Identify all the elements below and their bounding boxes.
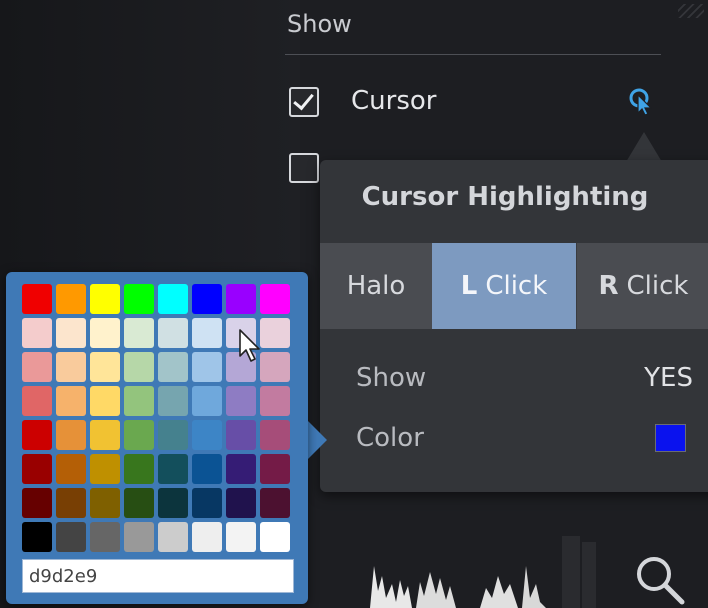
- color-swatch-cell[interactable]: [226, 420, 256, 450]
- popup-title: Cursor Highlighting: [361, 182, 649, 212]
- picker-arrow: [307, 420, 327, 460]
- color-swatch-cell[interactable]: [158, 420, 188, 450]
- color-swatch-cell[interactable]: [124, 284, 154, 314]
- color-swatch-cell[interactable]: [260, 522, 290, 552]
- color-swatch-cell[interactable]: [22, 386, 52, 416]
- color-swatch-cell[interactable]: [22, 488, 52, 518]
- color-swatch-cell[interactable]: [260, 420, 290, 450]
- color-swatch-cell[interactable]: [158, 454, 188, 484]
- audio-waveform: [370, 536, 596, 608]
- color-swatch-cell[interactable]: [56, 522, 86, 552]
- cursor-checkbox[interactable]: [289, 87, 319, 117]
- popup-arrow: [626, 132, 662, 162]
- color-swatch-cell[interactable]: [56, 420, 86, 450]
- tab-right-click[interactable]: R Click: [576, 243, 708, 329]
- color-swatch-cell[interactable]: [226, 386, 256, 416]
- color-swatch-cell[interactable]: [56, 284, 86, 314]
- color-swatch-cell[interactable]: [192, 318, 222, 348]
- color-swatch-cell[interactable]: [56, 488, 86, 518]
- tab-halo[interactable]: Halo: [320, 243, 432, 329]
- color-swatch-cell[interactable]: [192, 522, 222, 552]
- color-swatch-cell[interactable]: [22, 420, 52, 450]
- color-swatch-cell[interactable]: [124, 488, 154, 518]
- color-swatch-cell[interactable]: [90, 284, 120, 314]
- color-swatch-cell[interactable]: [260, 454, 290, 484]
- color-swatch-cell[interactable]: [260, 488, 290, 518]
- color-swatch-cell[interactable]: [56, 454, 86, 484]
- show-property-value[interactable]: YES: [644, 363, 693, 393]
- show-section-title: Show: [287, 10, 352, 38]
- color-grid: [22, 284, 290, 552]
- color-swatch-cell[interactable]: [22, 522, 52, 552]
- second-checkbox[interactable]: [289, 153, 319, 183]
- tab-left-click[interactable]: L Click: [432, 243, 576, 329]
- highlight-tabs: Halo L Click R Click: [320, 243, 708, 329]
- color-swatch-cell[interactable]: [22, 352, 52, 382]
- screen: Show Cursor Cursor Highlighting Halo L C…: [0, 0, 708, 608]
- magnifier-icon[interactable]: [632, 552, 688, 608]
- color-swatch-cell[interactable]: [260, 318, 290, 348]
- color-swatch-cell[interactable]: [22, 284, 52, 314]
- tab-left-click-prefix: L: [460, 271, 478, 301]
- color-swatch-cell[interactable]: [90, 454, 120, 484]
- color-swatch-cell[interactable]: [124, 352, 154, 382]
- color-swatch-cell[interactable]: [192, 454, 222, 484]
- color-swatch-cell[interactable]: [22, 454, 52, 484]
- color-swatch-cell[interactable]: [158, 284, 188, 314]
- color-property-label: Color: [356, 423, 424, 453]
- color-swatch-cell[interactable]: [90, 318, 120, 348]
- color-swatch-cell[interactable]: [158, 522, 188, 552]
- color-swatch-cell[interactable]: [158, 488, 188, 518]
- hex-color-input[interactable]: [22, 559, 294, 593]
- color-swatch-cell[interactable]: [90, 522, 120, 552]
- color-swatch-cell[interactable]: [56, 352, 86, 382]
- color-swatch-cell[interactable]: [22, 318, 52, 348]
- color-swatch-cell[interactable]: [192, 284, 222, 314]
- show-section-divider: [285, 54, 661, 55]
- tab-halo-label: Halo: [346, 271, 406, 301]
- color-picker: [6, 272, 308, 604]
- color-swatch-cell[interactable]: [56, 318, 86, 348]
- color-swatch-cell[interactable]: [158, 352, 188, 382]
- color-swatch-cell[interactable]: [192, 488, 222, 518]
- color-swatch-cell[interactable]: [192, 420, 222, 450]
- color-swatch-cell[interactable]: [124, 522, 154, 552]
- color-swatch-cell[interactable]: [260, 284, 290, 314]
- color-swatch-cell[interactable]: [90, 420, 120, 450]
- color-swatch-cell[interactable]: [56, 386, 86, 416]
- color-swatch-cell[interactable]: [124, 318, 154, 348]
- tab-right-click-label: Click: [626, 271, 689, 301]
- color-swatch-cell[interactable]: [226, 284, 256, 314]
- color-swatch-cell[interactable]: [124, 386, 154, 416]
- resize-grip-icon[interactable]: [678, 4, 704, 18]
- color-swatch-cell[interactable]: [124, 420, 154, 450]
- color-swatch-cell[interactable]: [192, 352, 222, 382]
- color-swatch-cell[interactable]: [192, 386, 222, 416]
- color-swatch[interactable]: [655, 424, 686, 452]
- color-swatch-cell[interactable]: [158, 386, 188, 416]
- color-swatch-cell[interactable]: [90, 488, 120, 518]
- cursor-label: Cursor: [351, 86, 437, 116]
- color-swatch-cell[interactable]: [226, 488, 256, 518]
- color-swatch-cell[interactable]: [90, 386, 120, 416]
- color-swatch-cell[interactable]: [226, 454, 256, 484]
- show-property-label: Show: [356, 363, 427, 393]
- color-swatch-cell[interactable]: [90, 352, 120, 382]
- tab-right-click-prefix: R: [598, 271, 619, 301]
- tab-left-click-label: Click: [485, 271, 548, 301]
- cursor-click-icon[interactable]: [627, 86, 655, 116]
- color-swatch-cell[interactable]: [124, 454, 154, 484]
- color-swatch-cell[interactable]: [226, 522, 256, 552]
- cursor-highlighting-popup: Cursor Highlighting Halo L Click R Click…: [320, 160, 708, 492]
- color-swatch-cell[interactable]: [260, 386, 290, 416]
- color-swatch-cell[interactable]: [158, 318, 188, 348]
- mouse-pointer-icon: [239, 329, 260, 362]
- color-swatch-cell[interactable]: [260, 352, 290, 382]
